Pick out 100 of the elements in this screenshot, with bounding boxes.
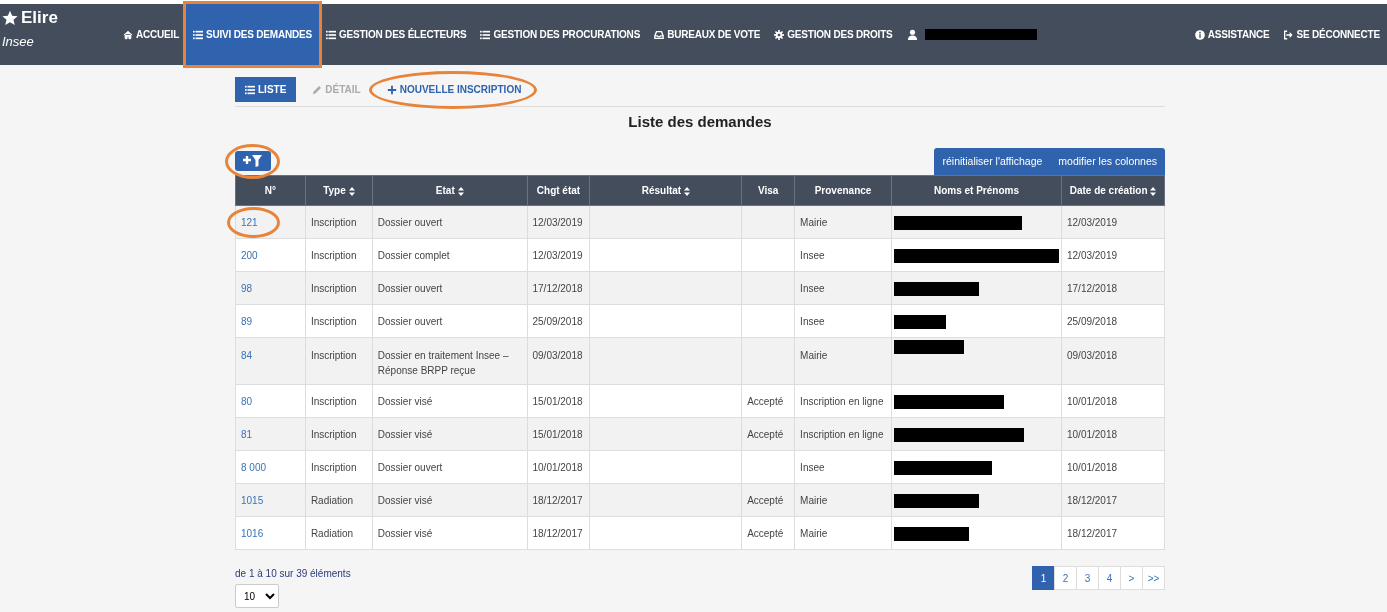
request-link[interactable]: 84 bbox=[241, 350, 253, 362]
table-cell: Dossier visé bbox=[377, 494, 433, 506]
table-cell: 12/03/2019 bbox=[1067, 216, 1118, 228]
table-cell: 09/03/2018 bbox=[532, 350, 583, 362]
page-link[interactable]: 4 bbox=[1098, 566, 1121, 591]
table-cell: Accepté bbox=[747, 494, 784, 506]
page-link[interactable]: > bbox=[1120, 566, 1143, 591]
nav-item[interactable]: SUIVI DES DEMANDES bbox=[186, 4, 319, 65]
table-cell: Accepté bbox=[747, 428, 784, 440]
request-link[interactable]: 89 bbox=[241, 315, 253, 327]
table-cell: 15/01/2018 bbox=[532, 395, 583, 407]
sign-out-icon bbox=[1283, 29, 1294, 40]
table-cell: Dossier en traitement Insee – Réponse BRPP reçue bbox=[377, 350, 509, 377]
star-icon bbox=[2, 10, 18, 26]
request-link[interactable]: 200 bbox=[241, 249, 258, 261]
nav-item[interactable]: ACCUEIL bbox=[116, 4, 187, 65]
table-cell: Insee bbox=[800, 282, 825, 294]
table-cell: Radiation bbox=[310, 527, 354, 539]
column-header[interactable]: Date de création bbox=[1061, 175, 1165, 206]
table-cell: Dossier ouvert bbox=[377, 216, 443, 228]
table-cell: Accepté bbox=[747, 527, 784, 539]
table-cell: 10/01/2018 bbox=[1067, 461, 1118, 473]
table-cell: 18/12/2017 bbox=[1067, 494, 1118, 506]
nav-item[interactable]: GESTION DES PROCURATIONS bbox=[473, 4, 648, 65]
page-link[interactable]: >> bbox=[1142, 566, 1165, 591]
table-cell: Dossier visé bbox=[377, 395, 433, 407]
table-cell: 25/09/2018 bbox=[1067, 315, 1118, 327]
table-cell: Insee bbox=[800, 461, 825, 473]
table-cell: 10/01/2018 bbox=[532, 461, 583, 473]
list-icon bbox=[245, 84, 255, 95]
nav-item[interactable]: SE DÉCONNECTE bbox=[1276, 4, 1387, 65]
add-filter-button[interactable] bbox=[235, 151, 271, 172]
request-link[interactable]: 1016 bbox=[241, 527, 264, 539]
table-cell: 10/01/2018 bbox=[1067, 428, 1118, 440]
table-cell: Mairie bbox=[800, 216, 828, 228]
table-cell: Accepté bbox=[747, 395, 784, 407]
table-cell: 25/09/2018 bbox=[532, 315, 583, 327]
request-link[interactable]: 98 bbox=[241, 282, 253, 294]
table-cell: Inscription en ligne bbox=[800, 428, 884, 440]
results-summary: de 1 à 10 sur 39 éléments bbox=[235, 567, 351, 582]
table-cell: Inscription bbox=[310, 315, 357, 327]
info-icon bbox=[1194, 29, 1205, 40]
table-cell: Inscription bbox=[310, 350, 357, 362]
table-cell: Inscription bbox=[310, 282, 357, 294]
table-cell: 12/03/2019 bbox=[1067, 249, 1118, 261]
request-link[interactable]: 80 bbox=[241, 395, 253, 407]
column-header[interactable]: Type bbox=[305, 175, 373, 206]
nav-item[interactable]: GESTION DES ÉLECTEURS bbox=[318, 4, 474, 65]
page-link[interactable]: 3 bbox=[1076, 566, 1099, 591]
column-header: Visa bbox=[741, 175, 795, 206]
table-cell: Insee bbox=[800, 315, 825, 327]
request-link[interactable]: 1015 bbox=[241, 494, 264, 506]
table-cell: 09/03/2018 bbox=[1067, 350, 1118, 362]
request-link[interactable]: 8 000 bbox=[241, 461, 267, 473]
table-cell: Inscription bbox=[310, 216, 357, 228]
column-header: Chgt état bbox=[527, 175, 590, 206]
table-cell: Inscription en ligne bbox=[800, 395, 884, 407]
gear-icon bbox=[774, 29, 785, 40]
column-header: N° bbox=[235, 175, 306, 206]
tab[interactable]: LISTE bbox=[235, 77, 297, 102]
nav-item[interactable]: ASSISTANCE bbox=[1187, 4, 1277, 65]
list-icon bbox=[193, 29, 204, 40]
page-title: Liste des demandes bbox=[627, 112, 773, 132]
table-cell: 17/12/2018 bbox=[532, 282, 583, 294]
home-icon bbox=[123, 29, 133, 40]
toolbar-button[interactable]: réinitialiser l'affichage bbox=[934, 147, 1051, 176]
plus-icon bbox=[386, 84, 397, 95]
nav-item[interactable]: BUREAUX DE VOTE bbox=[647, 4, 768, 65]
table-cell: Inscription bbox=[310, 428, 357, 440]
table-cell: Inscription bbox=[310, 395, 357, 407]
table-cell: 18/12/2017 bbox=[1067, 527, 1118, 539]
page-link[interactable]: 1 bbox=[1032, 566, 1055, 591]
table-cell: Mairie bbox=[800, 350, 828, 362]
table-cell: Dossier ouvert bbox=[377, 282, 443, 294]
list-icon bbox=[480, 29, 491, 40]
table-cell: 12/03/2019 bbox=[532, 249, 583, 261]
table-cell: Radiation bbox=[310, 494, 354, 506]
column-header[interactable]: Résultat bbox=[590, 175, 742, 206]
tab[interactable]: NOUVELLE INSCRIPTION bbox=[376, 77, 532, 102]
pencil-icon bbox=[312, 84, 323, 95]
column-header[interactable]: Etat bbox=[372, 175, 527, 206]
table-cell: Insee bbox=[800, 249, 825, 261]
user-icon bbox=[906, 29, 918, 40]
page-size-select[interactable]: 10 bbox=[235, 584, 279, 609]
nav-item[interactable]: GESTION DES DROITS bbox=[767, 4, 900, 65]
table-cell: Dossier complet bbox=[377, 249, 450, 261]
page-link[interactable]: 2 bbox=[1054, 566, 1077, 591]
redaction-bar bbox=[894, 314, 946, 329]
app-title: Elire bbox=[21, 8, 58, 28]
table-cell: Dossier visé bbox=[377, 428, 433, 440]
table-cell: 10/01/2018 bbox=[1067, 395, 1118, 407]
table-cell: 12/03/2019 bbox=[532, 216, 583, 228]
column-header: Noms et Prénoms bbox=[891, 175, 1062, 206]
table-cell: Mairie bbox=[800, 494, 828, 506]
table-cell: 17/12/2018 bbox=[1067, 282, 1118, 294]
table-cell: Dossier ouvert bbox=[377, 461, 443, 473]
table-cell: 15/01/2018 bbox=[532, 428, 583, 440]
request-link[interactable]: 81 bbox=[241, 428, 253, 440]
toolbar-button[interactable]: modifier les colonnes bbox=[1050, 147, 1165, 176]
request-link[interactable]: 121 bbox=[241, 216, 258, 228]
